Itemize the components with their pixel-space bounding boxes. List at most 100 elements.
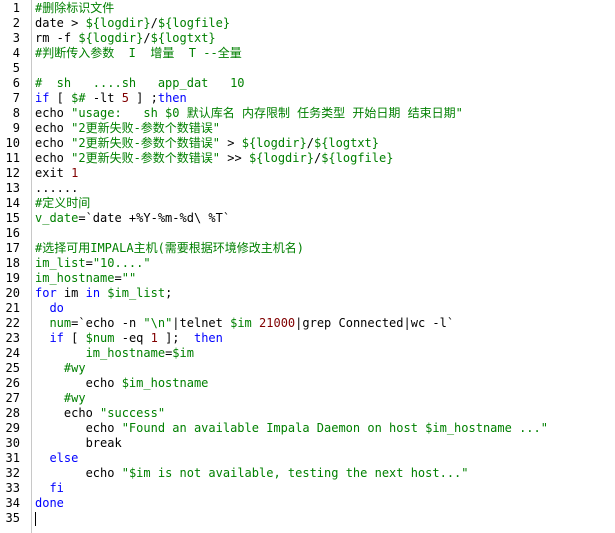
code-token: #定义时间 <box>35 196 91 210</box>
line-number: 25 <box>5 361 20 375</box>
code-token: if <box>49 331 64 345</box>
code-line[interactable]: 31 else <box>0 451 615 466</box>
code-line[interactable]: 24 im_hostname=$im <box>0 346 615 361</box>
code-token: "10...." <box>92 256 151 270</box>
code-line[interactable]: 35 <box>0 511 615 526</box>
code-line[interactable]: 33 fi <box>0 481 615 496</box>
code-line[interactable]: 4 #判断传入参数 I 增量 T --全量 <box>0 46 615 61</box>
code-token: if <box>35 91 50 105</box>
code-token: 5 <box>121 91 129 105</box>
code-line[interactable]: 7 if [ $# -lt 5 ] ;then <box>0 91 615 106</box>
code-line[interactable]: 11 echo "2更新失败-参数个数错误" >> ${logdir}/${log… <box>0 151 615 166</box>
line-number: 26 <box>5 376 20 390</box>
line-code: #定义时间 <box>35 196 90 211</box>
line-number: 10 <box>5 136 20 150</box>
line-code: #选择可用IMPALA主机(需要根据环境修改主机名) <box>35 241 304 256</box>
code-line[interactable]: 13...... <box>0 181 615 196</box>
code-token: fi <box>49 481 64 495</box>
code-line[interactable]: 14 #定义时间 <box>0 196 615 211</box>
code-line[interactable]: 22 num=`echo -n "\n"|telnet $im 21000|gr… <box>0 316 615 331</box>
line-code: echo "success" <box>35 406 165 421</box>
code-line[interactable]: 17 #选择可用IMPALA主机(需要根据环境修改主机名) <box>0 241 615 256</box>
code-token: [ <box>49 91 72 105</box>
code-line[interactable]: 25 #wy <box>0 361 615 376</box>
code-line[interactable]: 32 echo "$im is not available, testing t… <box>0 466 615 481</box>
code-token: rm -f <box>35 31 79 45</box>
code-editor[interactable]: 1 #删除标识文件 2 date > ${logdir}/${logfile} 3 rm … <box>0 0 615 533</box>
code-line[interactable]: 21 do <box>0 301 615 316</box>
line-number: 14 <box>5 196 20 210</box>
code-token: else <box>49 451 79 465</box>
code-token: #选择可用IMPALA主机(需要根据环境修改主机名) <box>35 241 305 255</box>
code-line[interactable]: 1 #删除标识文件 <box>0 1 615 16</box>
line-number: 31 <box>5 451 20 465</box>
line-number: 2 <box>12 16 20 30</box>
line-number: 24 <box>5 346 20 360</box>
code-line[interactable]: 27 #wy <box>0 391 615 406</box>
code-token: ${logfile} <box>321 151 394 165</box>
code-token: exit <box>35 166 72 180</box>
line-code: num=`echo -n "\n"|telnet $im 21000|grep … <box>35 316 454 331</box>
code-token: 默认库名 内存限制 任务类型 开始日期 结束日期" <box>179 106 463 120</box>
code-line[interactable]: 26 echo $im_hostname <box>0 376 615 391</box>
code-line[interactable]: 9 echo "2更新失败-参数个数错误" <box>0 121 615 136</box>
line-code: echo "Found an available Impala Daemon o… <box>35 421 548 436</box>
line-number: 8 <box>12 106 20 120</box>
code-line[interactable]: 2 date > ${logdir}/${logfile} <box>0 16 615 31</box>
code-line[interactable]: 8 echo "usage: sh $0 默认库名 内存限制 任务类型 开始日期 … <box>0 106 615 121</box>
code-token: 1 <box>150 331 158 345</box>
code-token: is not available, testing the next host.… <box>150 466 469 480</box>
line-number: 34 <box>5 496 20 510</box>
code-line[interactable]: 23 if [ $num -eq 1 ]; then <box>0 331 615 346</box>
code-line[interactable]: 30 break <box>0 436 615 451</box>
code-token: #wy <box>63 391 86 405</box>
code-line[interactable]: 15 v_date=`date +%Y-%m-%d\ %T` <box>0 211 615 226</box>
code-token: "" <box>121 271 137 285</box>
code-line[interactable]: 29 echo "Found an available Impala Daemo… <box>0 421 615 436</box>
code-token: / <box>306 136 314 150</box>
code-line[interactable]: 28 echo "success" <box>0 406 615 421</box>
code-token: "2更新失败-参数个数错误" <box>71 121 221 135</box>
code-line[interactable]: 6 # sh ....sh app_dat 10 <box>0 76 615 91</box>
code-line[interactable]: 34 done <box>0 496 615 511</box>
code-token: then <box>157 91 187 105</box>
line-code: fi <box>35 481 64 496</box>
line-number: 20 <box>5 286 20 300</box>
line-code: # sh ....sh app_dat 10 <box>35 76 245 91</box>
code-token: "2更新失败-参数个数错误" <box>71 136 221 150</box>
code-token: / <box>150 16 158 30</box>
code-line[interactable]: 5 <box>0 61 615 76</box>
code-token: / <box>143 31 151 45</box>
line-number: 11 <box>5 151 20 165</box>
code-line[interactable]: 20 for im in $im_list; <box>0 286 615 301</box>
code-token: = <box>85 256 93 270</box>
code-token: [ <box>63 331 86 345</box>
line-number: 12 <box>5 166 20 180</box>
code-token: $im_hostname <box>425 421 512 435</box>
code-token: date > <box>35 16 86 30</box>
line-number: 19 <box>5 271 20 285</box>
code-token: im_hostname <box>85 346 166 360</box>
code-line[interactable]: 10 echo "2更新失败-参数个数错误" > ${logdir}/${logt… <box>0 136 615 151</box>
line-code: echo "2更新失败-参数个数错误" >> ${logdir}/${logfi… <box>35 151 393 166</box>
code-line[interactable]: 12 exit 1 <box>0 166 615 181</box>
line-number: 23 <box>5 331 20 345</box>
code-token: #wy <box>63 361 86 375</box>
code-line[interactable]: 3 rm -f ${logdir}/${logtxt} <box>0 31 615 46</box>
code-line[interactable]: 19 im_hostname="" <box>0 271 615 286</box>
code-token: echo <box>35 466 122 480</box>
line-number: 32 <box>5 466 20 480</box>
line-code: ...... <box>35 181 78 196</box>
code-line[interactable]: 18 im_list="10...." <box>0 256 615 271</box>
code-token: $0 <box>165 106 180 120</box>
code-line[interactable]: 16 <box>0 226 615 241</box>
code-token: done <box>35 496 64 510</box>
code-token: =`echo -n <box>71 316 144 330</box>
line-code: v_date=`date +%Y-%m-%d\ %T` <box>35 211 230 226</box>
code-token: |telnet <box>172 316 231 330</box>
code-token: $im_hostname <box>121 376 209 390</box>
